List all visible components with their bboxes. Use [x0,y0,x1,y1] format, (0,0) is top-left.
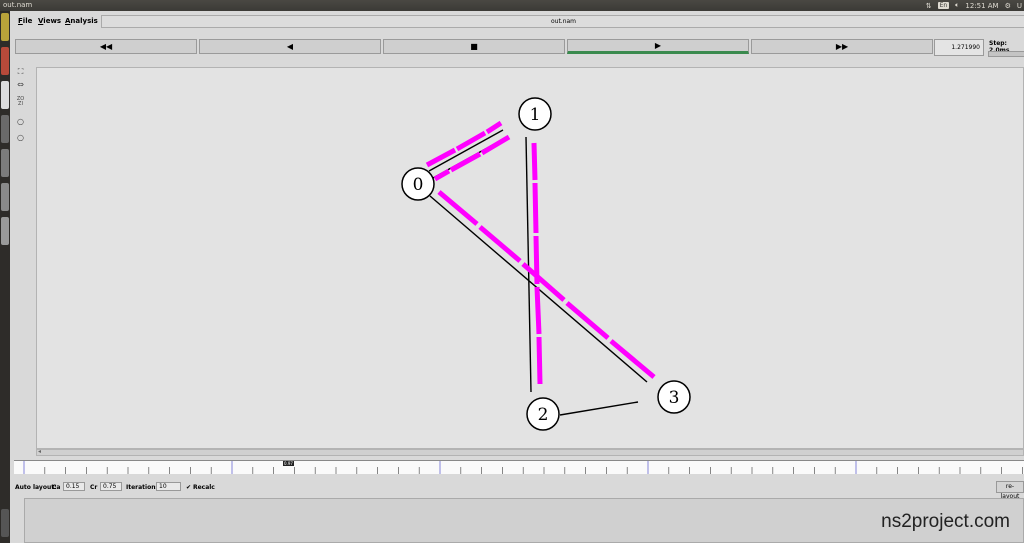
launcher-app-icon[interactable] [1,183,9,211]
stop-button[interactable]: ■ [383,39,565,54]
menu-file[interactable]: File [18,17,32,25]
node-0-label: 0 [413,175,424,195]
step-back-icon: ◀ [286,42,294,51]
iterations-input[interactable]: 10 [156,482,181,491]
packets [425,120,656,385]
settings-gear-icon[interactable]: ⚙ [1005,2,1011,10]
radio-icon[interactable]: ○ [15,117,26,127]
radio-icon[interactable]: ○ [15,133,26,143]
playback-controls: ◀◀ ◀ ■ ▶ ▶▶ [15,39,1024,55]
launcher-app-icon[interactable] [1,81,9,109]
rewind-icon: ◀◀ [99,42,113,51]
play-icon: ▶ [654,41,662,50]
checkmark-icon: ✔ [186,484,192,491]
play-button[interactable]: ▶ [567,39,749,54]
node-2[interactable]: 2 [526,397,560,431]
node-0[interactable]: 0 [401,167,435,201]
step-slider[interactable] [988,51,1024,57]
packet [534,286,542,335]
trace-filename: out.nam [101,15,1024,28]
rewind-button[interactable]: ◀◀ [15,39,197,54]
node-2-label: 2 [538,405,549,425]
move-tool-icon[interactable]: ⇔ [15,80,26,90]
packet [485,120,503,135]
volume-icon[interactable]: 🔈︎ [955,1,959,10]
fast-forward-icon: ▶▶ [835,42,849,51]
packet [609,339,656,379]
timeline-marker[interactable]: 0.97 [283,461,294,466]
relayout-button[interactable]: re-layout [996,481,1024,500]
timeline-slider[interactable]: 0.97 [14,460,1024,474]
iterations-label: Iterations [126,484,160,491]
keyboard-indicator[interactable]: En [937,2,950,9]
network-icon[interactable]: ⇅ [926,2,932,10]
time-display: 1.271990 [934,39,984,56]
launcher-app-icon[interactable] [1,13,9,41]
packet [433,168,451,182]
tool-strip: ⛶ ⇔ ZO ZI ○ ○ [13,67,29,457]
launcher-app-icon[interactable] [1,149,9,177]
annotation-panel [24,498,1024,543]
packet [532,182,539,234]
cr-input[interactable]: 0.75 [100,482,122,491]
system-tray: ⇅ En 🔈︎ 12:51 AM ⚙ U [926,1,1022,10]
packet [565,301,610,340]
launcher-app-icon[interactable] [1,217,9,245]
link-0-1 [428,129,504,172]
network-svg: 0 1 2 3 [401,97,691,431]
link-2-3 [559,401,639,416]
cr-label: Cr [90,484,98,491]
zoom-buttons[interactable]: ZO ZI [15,97,26,107]
clock[interactable]: 12:51 AM [965,2,998,10]
watermark: ns2project.com [881,511,1010,532]
auto-layout-label: Auto layout: [15,484,57,491]
stop-icon: ■ [470,42,478,51]
scroll-left-icon[interactable]: ◂ [38,448,41,455]
ca-input[interactable]: 0.15 [63,482,85,491]
user-label[interactable]: U [1017,2,1022,10]
launcher-app-icon[interactable] [1,47,9,75]
node-3[interactable]: 3 [657,380,691,414]
recalc-label: Recalc [192,484,215,491]
node-3-label: 3 [669,388,680,408]
node-1-label: 1 [530,105,541,125]
menu-analysis[interactable]: Analysis [65,17,98,25]
ca-label: Ca [52,484,61,491]
packet [425,147,457,168]
menu-views[interactable]: Views [38,17,61,25]
auto-layout-bar: Auto layout: Ca 0.15 Cr 0.75 Iterations … [14,481,1024,500]
recalc-checkbox[interactable]: ✔ Recalc [186,484,215,491]
packet [455,130,487,152]
node-1[interactable]: 1 [518,97,552,131]
launcher-trash-icon[interactable] [1,509,9,537]
canvas-scrollbar[interactable]: ◂ [36,448,1024,456]
packet [536,336,543,385]
zoom-in-label[interactable]: ZI [15,102,26,107]
nam-window: File Views Analysis out.nam ◀◀ ◀ ■ ▶ ▶▶ … [10,11,1024,543]
timeline-ticks [23,461,1023,474]
step-back-button[interactable]: ◀ [199,39,381,54]
launcher-app-icon[interactable] [1,115,9,143]
fast-forward-button[interactable]: ▶▶ [751,39,933,54]
system-top-panel: out.nam ⇅ En 🔈︎ 12:51 AM ⚙ U [0,0,1024,11]
select-tool-icon[interactable]: ⛶ [15,67,26,77]
packet [531,142,538,181]
window-title: out.nam [3,1,33,9]
network-canvas[interactable]: 0 1 2 3 [36,67,1024,449]
launcher [0,11,10,543]
